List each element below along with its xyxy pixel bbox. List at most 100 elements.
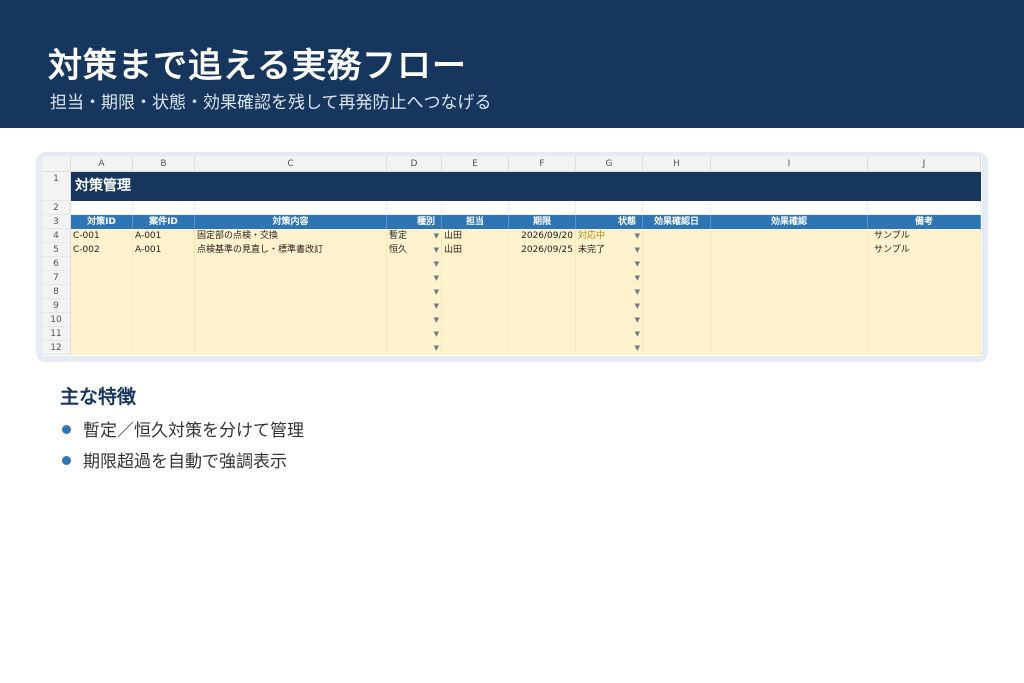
row-header[interactable]: 11 — [42, 327, 71, 341]
cell[interactable] — [509, 201, 576, 215]
column-label[interactable]: 対策ID — [71, 215, 133, 229]
table-cell[interactable] — [442, 327, 509, 341]
status-dropdown-cell[interactable]: 対応中 — [576, 229, 643, 243]
column-label[interactable]: 状態 — [576, 215, 643, 229]
column-header-i[interactable]: I — [711, 156, 868, 172]
status-dropdown-cell[interactable] — [576, 271, 643, 285]
status-dropdown-cell[interactable]: 未完了 — [576, 243, 643, 257]
table-cell[interactable] — [643, 313, 711, 327]
table-cell[interactable] — [711, 257, 868, 271]
table-cell[interactable] — [509, 299, 576, 313]
table-cell[interactable] — [442, 313, 509, 327]
table-cell[interactable] — [868, 271, 981, 285]
table-cell[interactable]: 2026/09/20 — [509, 229, 576, 243]
column-label[interactable]: 期限 — [509, 215, 576, 229]
row-header[interactable]: 12 — [42, 341, 71, 355]
type-dropdown-cell[interactable]: 暫定 — [387, 229, 442, 243]
status-dropdown-cell[interactable] — [576, 341, 643, 355]
row-header[interactable]: 6 — [42, 257, 71, 271]
table-cell[interactable] — [442, 299, 509, 313]
table-cell[interactable] — [643, 229, 711, 243]
row-header[interactable]: 10 — [42, 313, 71, 327]
column-label[interactable]: 種別 — [387, 215, 442, 229]
table-cell[interactable] — [442, 257, 509, 271]
cell[interactable] — [133, 201, 195, 215]
status-dropdown-cell[interactable] — [576, 313, 643, 327]
column-header-c[interactable]: C — [195, 156, 387, 172]
cell[interactable] — [711, 201, 868, 215]
column-label[interactable]: 対策内容 — [195, 215, 387, 229]
column-header-h[interactable]: H — [643, 156, 711, 172]
cell[interactable] — [442, 201, 509, 215]
table-cell[interactable]: 山田 — [442, 229, 509, 243]
table-cell[interactable] — [71, 257, 133, 271]
table-cell[interactable] — [133, 341, 195, 355]
table-cell[interactable] — [868, 327, 981, 341]
table-cell[interactable] — [195, 271, 387, 285]
table-cell[interactable] — [711, 299, 868, 313]
table-cell[interactable]: 固定部の点検・交換 — [195, 229, 387, 243]
cell[interactable] — [576, 201, 643, 215]
table-cell[interactable] — [711, 313, 868, 327]
cell[interactable] — [868, 201, 981, 215]
table-cell[interactable] — [442, 271, 509, 285]
cell[interactable] — [195, 201, 387, 215]
table-cell[interactable] — [133, 299, 195, 313]
table-cell[interactable] — [195, 257, 387, 271]
table-cell[interactable] — [442, 285, 509, 299]
type-dropdown-cell[interactable] — [387, 257, 442, 271]
row-header[interactable]: 2 — [42, 201, 71, 215]
table-cell[interactable] — [71, 299, 133, 313]
table-cell[interactable] — [711, 229, 868, 243]
column-label[interactable]: 効果確認 — [711, 215, 868, 229]
column-label[interactable]: 案件ID — [133, 215, 195, 229]
row-header[interactable]: 4 — [42, 229, 71, 243]
table-cell[interactable]: サンプル — [868, 229, 981, 243]
table-cell[interactable] — [133, 285, 195, 299]
column-label[interactable]: 効果確認日 — [643, 215, 711, 229]
table-cell[interactable] — [868, 299, 981, 313]
table-cell[interactable] — [643, 243, 711, 257]
table-cell[interactable] — [868, 313, 981, 327]
status-dropdown-cell[interactable] — [576, 299, 643, 313]
column-header-j[interactable]: J — [868, 156, 981, 172]
table-cell[interactable] — [195, 313, 387, 327]
table-cell[interactable] — [711, 327, 868, 341]
column-header-a[interactable]: A — [71, 156, 133, 172]
select-all-corner[interactable] — [42, 156, 71, 172]
status-dropdown-cell[interactable] — [576, 257, 643, 271]
cell[interactable] — [643, 201, 711, 215]
table-cell[interactable] — [133, 327, 195, 341]
row-header[interactable]: 9 — [42, 299, 71, 313]
table-cell[interactable] — [133, 313, 195, 327]
table-cell[interactable] — [711, 285, 868, 299]
type-dropdown-cell[interactable] — [387, 313, 442, 327]
table-cell[interactable] — [509, 341, 576, 355]
row-header[interactable]: 3 — [42, 215, 71, 229]
column-header-f[interactable]: F — [509, 156, 576, 172]
cell[interactable] — [387, 201, 442, 215]
row-header[interactable]: 8 — [42, 285, 71, 299]
table-cell[interactable] — [868, 341, 981, 355]
table-cell[interactable]: 山田 — [442, 243, 509, 257]
table-cell[interactable] — [133, 271, 195, 285]
type-dropdown-cell[interactable] — [387, 271, 442, 285]
column-label[interactable]: 備考 — [868, 215, 981, 229]
row-header[interactable]: 7 — [42, 271, 71, 285]
table-cell[interactable] — [643, 257, 711, 271]
table-cell[interactable]: C-002 — [71, 243, 133, 257]
table-cell[interactable] — [868, 257, 981, 271]
table-cell[interactable]: C-001 — [71, 229, 133, 243]
table-cell[interactable] — [643, 341, 711, 355]
table-cell[interactable] — [711, 341, 868, 355]
row-header[interactable]: 5 — [42, 243, 71, 257]
table-cell[interactable] — [509, 327, 576, 341]
table-cell[interactable]: サンプル — [868, 243, 981, 257]
table-cell[interactable] — [71, 271, 133, 285]
table-cell[interactable] — [71, 341, 133, 355]
table-cell[interactable]: 2026/09/25 — [509, 243, 576, 257]
table-cell[interactable] — [133, 257, 195, 271]
table-cell[interactable] — [71, 327, 133, 341]
column-header-d[interactable]: D — [387, 156, 442, 172]
table-cell[interactable]: A-001 — [133, 229, 195, 243]
